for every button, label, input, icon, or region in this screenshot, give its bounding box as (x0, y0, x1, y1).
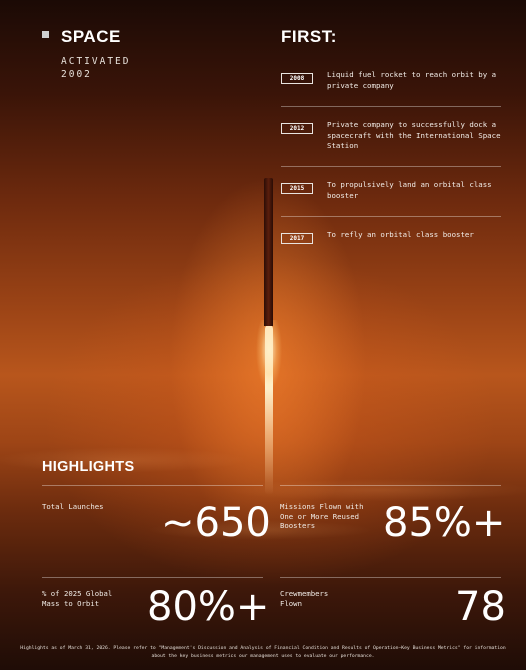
first-item-text: Private company to successfully dock a s… (327, 120, 501, 150)
first-title: FIRST: (281, 27, 337, 46)
activated-year: 2002 (61, 69, 92, 80)
first-item: 2008 Liquid fuel rocket to reach orbit b… (281, 63, 501, 107)
rocket-image (264, 178, 273, 326)
global-mass-label: % of 2025 Global Mass to Orbit (42, 589, 113, 608)
first-item: 2012 Private company to successfully doc… (281, 107, 501, 167)
page: SPACE ACTIVATED 2002 FIRST: 2008 Liquid … (0, 0, 526, 670)
activated-label: ACTIVATED (61, 56, 131, 67)
divider (280, 577, 501, 578)
reused-boosters-label: Missions Flown with One or More Reused B… (280, 502, 364, 531)
firsts-list: 2008 Liquid fuel rocket to reach orbit b… (281, 63, 501, 257)
crewmembers-label: Crewmembers Flown (280, 589, 329, 608)
year-badge: 2012 (281, 123, 313, 134)
activated-block: ACTIVATED 2002 (61, 55, 130, 81)
square-icon (42, 31, 49, 38)
total-launches-value: ~650 (161, 500, 271, 546)
reused-boosters-value: 85%+ (383, 500, 506, 546)
footnote: Highlights as of March 31, 2026. Please … (20, 646, 506, 659)
divider (280, 485, 501, 486)
engine-glow (256, 320, 282, 400)
year-badge: 2017 (281, 233, 313, 244)
first-item-text: To refly an orbital class booster (327, 230, 474, 239)
first-item: 2015 To propulsively land an orbital cla… (281, 167, 501, 217)
first-item-text: To propulsively land an orbital class bo… (327, 180, 492, 200)
first-item: 2017 To refly an orbital class booster (281, 217, 501, 257)
crewmembers-value: 78 (455, 584, 506, 630)
year-badge: 2008 (281, 73, 313, 84)
divider (42, 485, 263, 486)
first-item-text: Liquid fuel rocket to reach orbit by a p… (327, 70, 497, 90)
highlights-title: HIGHLIGHTS (42, 459, 135, 475)
global-mass-value: 80%+ (147, 584, 270, 630)
total-launches-label: Total Launches (42, 502, 104, 511)
year-badge: 2015 (281, 183, 313, 194)
brand-title: SPACE (61, 27, 121, 46)
divider (42, 577, 263, 578)
